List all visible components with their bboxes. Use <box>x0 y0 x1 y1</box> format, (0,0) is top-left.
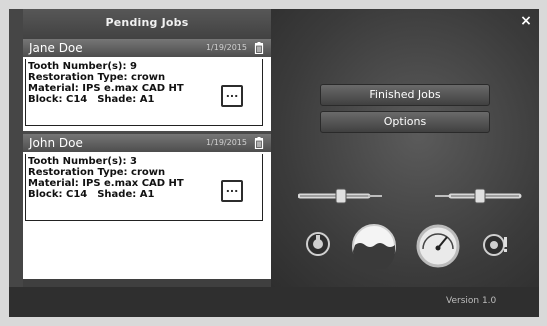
block-shade-line: Block: C14 Shade: A1 <box>28 189 154 201</box>
pending-jobs-list: Jane Doe 1/19/2015 Tooth Number(s): 9 Re… <box>23 39 271 279</box>
job-card[interactable]: John Doe 1/19/2015 Tooth Number(s): 3 Re… <box>23 134 271 226</box>
shade: Shade: A1 <box>97 189 155 200</box>
shade: Shade: A1 <box>97 94 155 105</box>
left-edge-strip <box>9 9 23 287</box>
job-more-button[interactable]: ... <box>221 85 243 107</box>
block: Block: C14 <box>28 94 88 105</box>
trash-icon[interactable] <box>253 42 265 54</box>
job-more-button[interactable]: ... <box>221 180 243 202</box>
spindle-icon <box>306 232 330 256</box>
job-card-header[interactable]: John Doe 1/19/2015 <box>23 134 271 152</box>
job-details: Tooth Number(s): 3 Restoration Type: cro… <box>23 152 271 226</box>
page-title: Pending Jobs <box>105 16 189 29</box>
app-window: Pending Jobs × Jane Doe 1/19/2015 Tooth … <box>9 9 539 317</box>
finished-jobs-button[interactable]: Finished Jobs <box>320 84 490 106</box>
job-date: 1/19/2015 <box>205 138 247 147</box>
block: Block: C14 <box>28 189 88 200</box>
patient-name: Jane Doe <box>29 41 83 55</box>
panel-header: Pending Jobs <box>23 9 271 39</box>
trash-icon[interactable] <box>253 137 265 149</box>
version-label: Version 1.0 <box>446 296 497 306</box>
bur-tool-left-icon <box>298 188 382 204</box>
options-button[interactable]: Options <box>320 111 490 133</box>
block-shade-line: Block: C14 Shade: A1 <box>28 94 154 106</box>
job-card-header[interactable]: Jane Doe 1/19/2015 <box>23 39 271 57</box>
job-details: Tooth Number(s): 9 Restoration Type: cro… <box>23 57 271 131</box>
patient-name: John Doe <box>29 136 83 150</box>
bur-tool-right-icon <box>435 188 522 204</box>
pressure-gauge-icon <box>416 224 460 268</box>
footer-bar: Version 1.0 <box>9 287 539 317</box>
alert-sensor-icon <box>483 234 507 256</box>
water-tank-icon <box>352 224 396 269</box>
close-button[interactable]: × <box>518 13 534 29</box>
job-card[interactable]: Jane Doe 1/19/2015 Tooth Number(s): 9 Re… <box>23 39 271 131</box>
job-date: 1/19/2015 <box>205 43 247 52</box>
